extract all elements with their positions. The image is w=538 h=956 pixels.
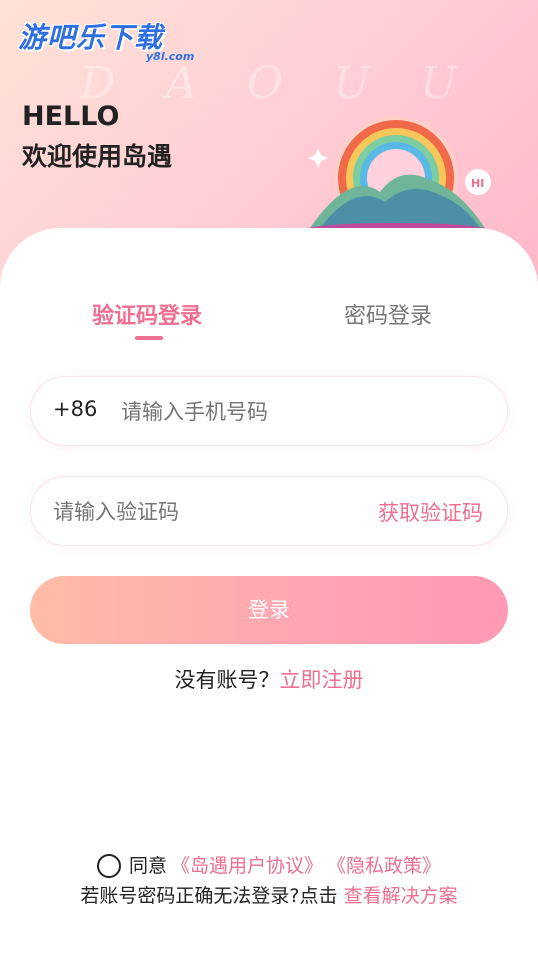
signup-prompt: 没有账号？ [174,668,280,692]
greeting-hello: HELLO [22,101,120,132]
get-code-button[interactable]: 获取验证码 [378,497,483,527]
agreement-section: 同意 《岛遇用户协议》 《隐私政策》 若账号密码正确无法登录?点击 查看解决方案 [0,852,538,910]
phone-prefix[interactable]: +86 [53,397,97,421]
help-row: 若账号密码正确无法登录?点击 查看解决方案 [0,882,538,910]
phone-input[interactable] [121,377,481,447]
tab-password-login[interactable]: 密码登录 [344,298,432,330]
signup-row: 没有账号？立即注册 [0,664,538,694]
greeting-welcome: 欢迎使用岛遇 [22,142,173,171]
sparkle-icon [308,148,328,168]
help-link[interactable]: 查看解决方案 [344,885,458,907]
signup-link[interactable]: 立即注册 [280,668,364,692]
login-button[interactable]: 登录 [30,576,508,644]
brand-name: 游吧乐下载 [18,21,164,54]
active-tab-indicator [135,336,163,340]
help-prompt: 若账号密码正确无法登录?点击 [80,885,338,907]
brand-domain: y8l.com [146,50,195,63]
code-input[interactable] [53,477,353,547]
agree-label: 同意 [128,855,167,877]
svg-text:HI: HI [471,177,484,190]
login-tabs: 验证码登录 密码登录 [0,298,538,358]
login-screen: D A O U U 游吧乐下载 y8l.com HELLO 欢迎使用岛遇 HI … [0,0,538,956]
tab-sms-login[interactable]: 验证码登录 [92,298,202,330]
login-card: 验证码登录 密码登录 +86 获取验证码 登录 没有账号？立即注册 [0,228,538,698]
code-field: 获取验证码 [30,476,508,547]
phone-field: +86 [30,376,508,447]
greeting: HELLO 欢迎使用岛遇 [22,100,172,176]
agreement-row: 同意 《岛遇用户协议》 《隐私政策》 [0,852,538,880]
brand-logo: 游吧乐下载 y8l.com [18,16,194,63]
user-agreement-link[interactable]: 《岛遇用户协议》 [171,852,323,880]
hi-bubble-icon: HI [465,169,491,195]
privacy-policy-link[interactable]: 《隐私政策》 [327,852,441,880]
agree-radio[interactable] [96,854,121,878]
